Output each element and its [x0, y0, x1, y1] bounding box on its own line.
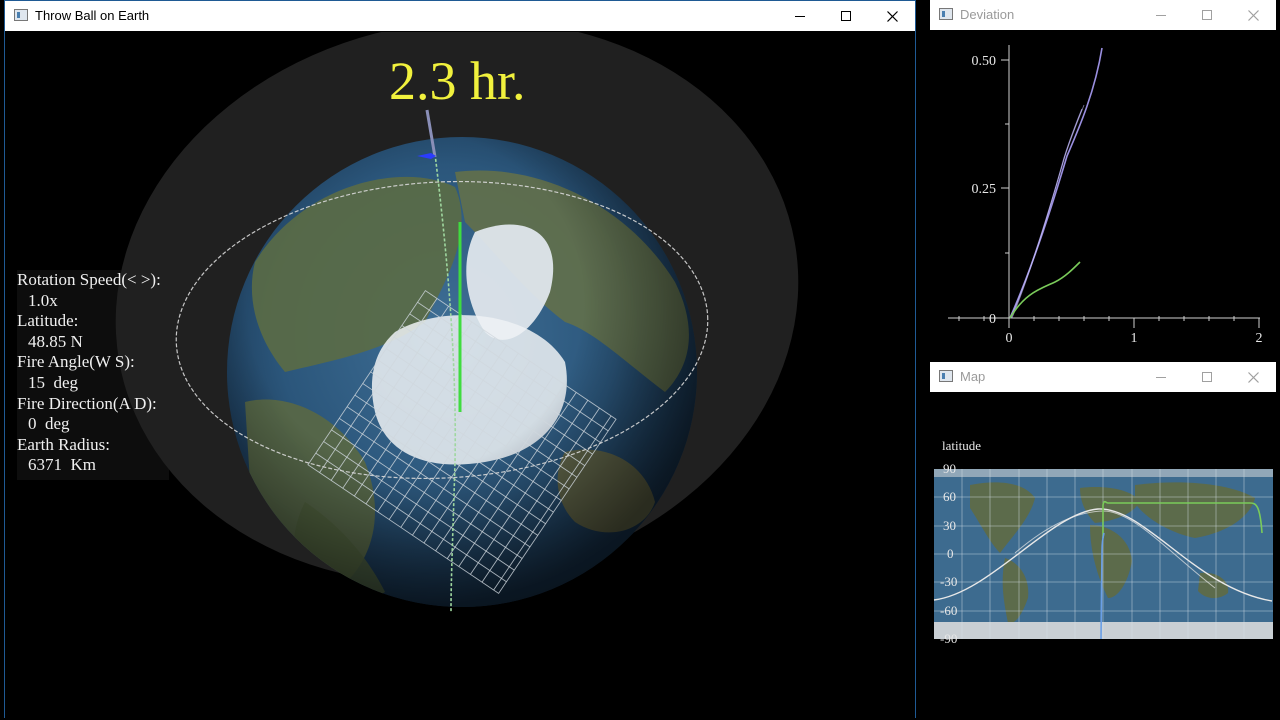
maximize-button[interactable]: [1184, 362, 1230, 392]
map-window-title: Map: [960, 369, 986, 384]
deviation-x-tick-0: 0: [1006, 331, 1013, 346]
deviation-curve-green: [1009, 261, 1081, 319]
deviation-y-tick-025: 0.25: [972, 182, 997, 197]
earth-radius-label: Earth Radius:: [17, 434, 111, 454]
close-button[interactable]: [1230, 362, 1276, 392]
map-titlebar[interactable]: Map: [930, 362, 1276, 392]
maximize-icon: [841, 11, 851, 21]
minimize-button[interactable]: [777, 1, 823, 31]
deviation-y-tick-0: 0: [989, 312, 996, 327]
main-titlebar[interactable]: Throw Ball on Earth: [5, 1, 915, 31]
map-lat-minus30: -30: [940, 574, 957, 589]
rotation-speed-value: 1.0x: [28, 290, 58, 310]
antarctica: [934, 622, 1273, 639]
maximize-icon: [1202, 372, 1212, 382]
map-lat-60: 60: [943, 489, 956, 504]
deviation-curve-purple: [1009, 47, 1103, 319]
fire-direction-value: 0 deg: [28, 414, 70, 434]
deviation-window[interactable]: Deviation 0 1 2 0 0.25 0.50: [930, 0, 1276, 352]
app-window-icon: [939, 370, 953, 382]
map-lat-30: 30: [943, 518, 956, 533]
deviation-y-tick-050: 0.50: [972, 54, 997, 69]
map-plot[interactable]: latitude 90 60 30 0 -30 -60 -90: [930, 393, 1276, 720]
minimize-icon: [795, 16, 805, 17]
fire-angle-value: 15 deg: [28, 372, 79, 392]
close-icon: [1247, 9, 1259, 21]
deviation-plot[interactable]: 0 1 2 0 0.25 0.50: [930, 31, 1276, 352]
map-lat-minus60: -60: [940, 603, 957, 618]
latitude-label: Latitude:: [17, 311, 79, 331]
minimize-icon: [1156, 15, 1166, 16]
deviation-x-tick-2: 2: [1256, 331, 1263, 346]
minimize-icon: [1156, 377, 1166, 378]
close-button[interactable]: [1230, 0, 1276, 30]
map-axis-label: latitude: [942, 438, 981, 453]
map-lat-90: 90: [943, 461, 956, 476]
app-window-icon: [939, 8, 953, 20]
rotation-speed-label: Rotation Speed(< >):: [17, 270, 161, 289]
deviation-x-tick-1: 1: [1131, 331, 1138, 346]
app-window-icon: [14, 9, 28, 21]
close-button[interactable]: [869, 1, 915, 31]
earth-3d-view[interactable]: 2.3 hr. Rotation Speed(< >): 1.0x Latitu…: [5, 32, 915, 718]
latitude-value: 48.85 N: [28, 331, 83, 351]
map-lat-minus90: -90: [940, 631, 957, 646]
minimize-button[interactable]: [1138, 362, 1184, 392]
fire-angle-label: Fire Angle(W S):: [17, 352, 135, 372]
arctic: [934, 469, 1273, 477]
deviation-y-ticks: [1001, 59, 1009, 319]
close-icon: [886, 10, 898, 22]
map-window[interactable]: Map latitude 90 60 30 0 -30 -60 -90: [930, 362, 1276, 720]
deviation-window-title: Deviation: [960, 7, 1015, 22]
close-icon: [1247, 371, 1259, 383]
minimize-button[interactable]: [1138, 0, 1184, 30]
deviation-x-major-ticks: [1008, 318, 1260, 328]
maximize-button[interactable]: [1184, 0, 1230, 30]
maximize-icon: [1202, 10, 1212, 20]
earth-radius-value: 6371 Km: [28, 455, 96, 475]
map-lat-0: 0: [947, 546, 954, 561]
deviation-titlebar[interactable]: Deviation: [930, 0, 1276, 30]
main-window-title: Throw Ball on Earth: [35, 8, 150, 23]
fire-direction-label: Fire Direction(A D):: [17, 393, 157, 413]
main-window[interactable]: Throw Ball on Earth 2.3 hr. Rotation Spe…: [4, 0, 916, 718]
settings-panel: Rotation Speed(< >): 1.0x Latitude: 48.8…: [17, 270, 169, 480]
maximize-button[interactable]: [823, 1, 869, 31]
elapsed-time: 2.3 hr.: [389, 51, 526, 111]
